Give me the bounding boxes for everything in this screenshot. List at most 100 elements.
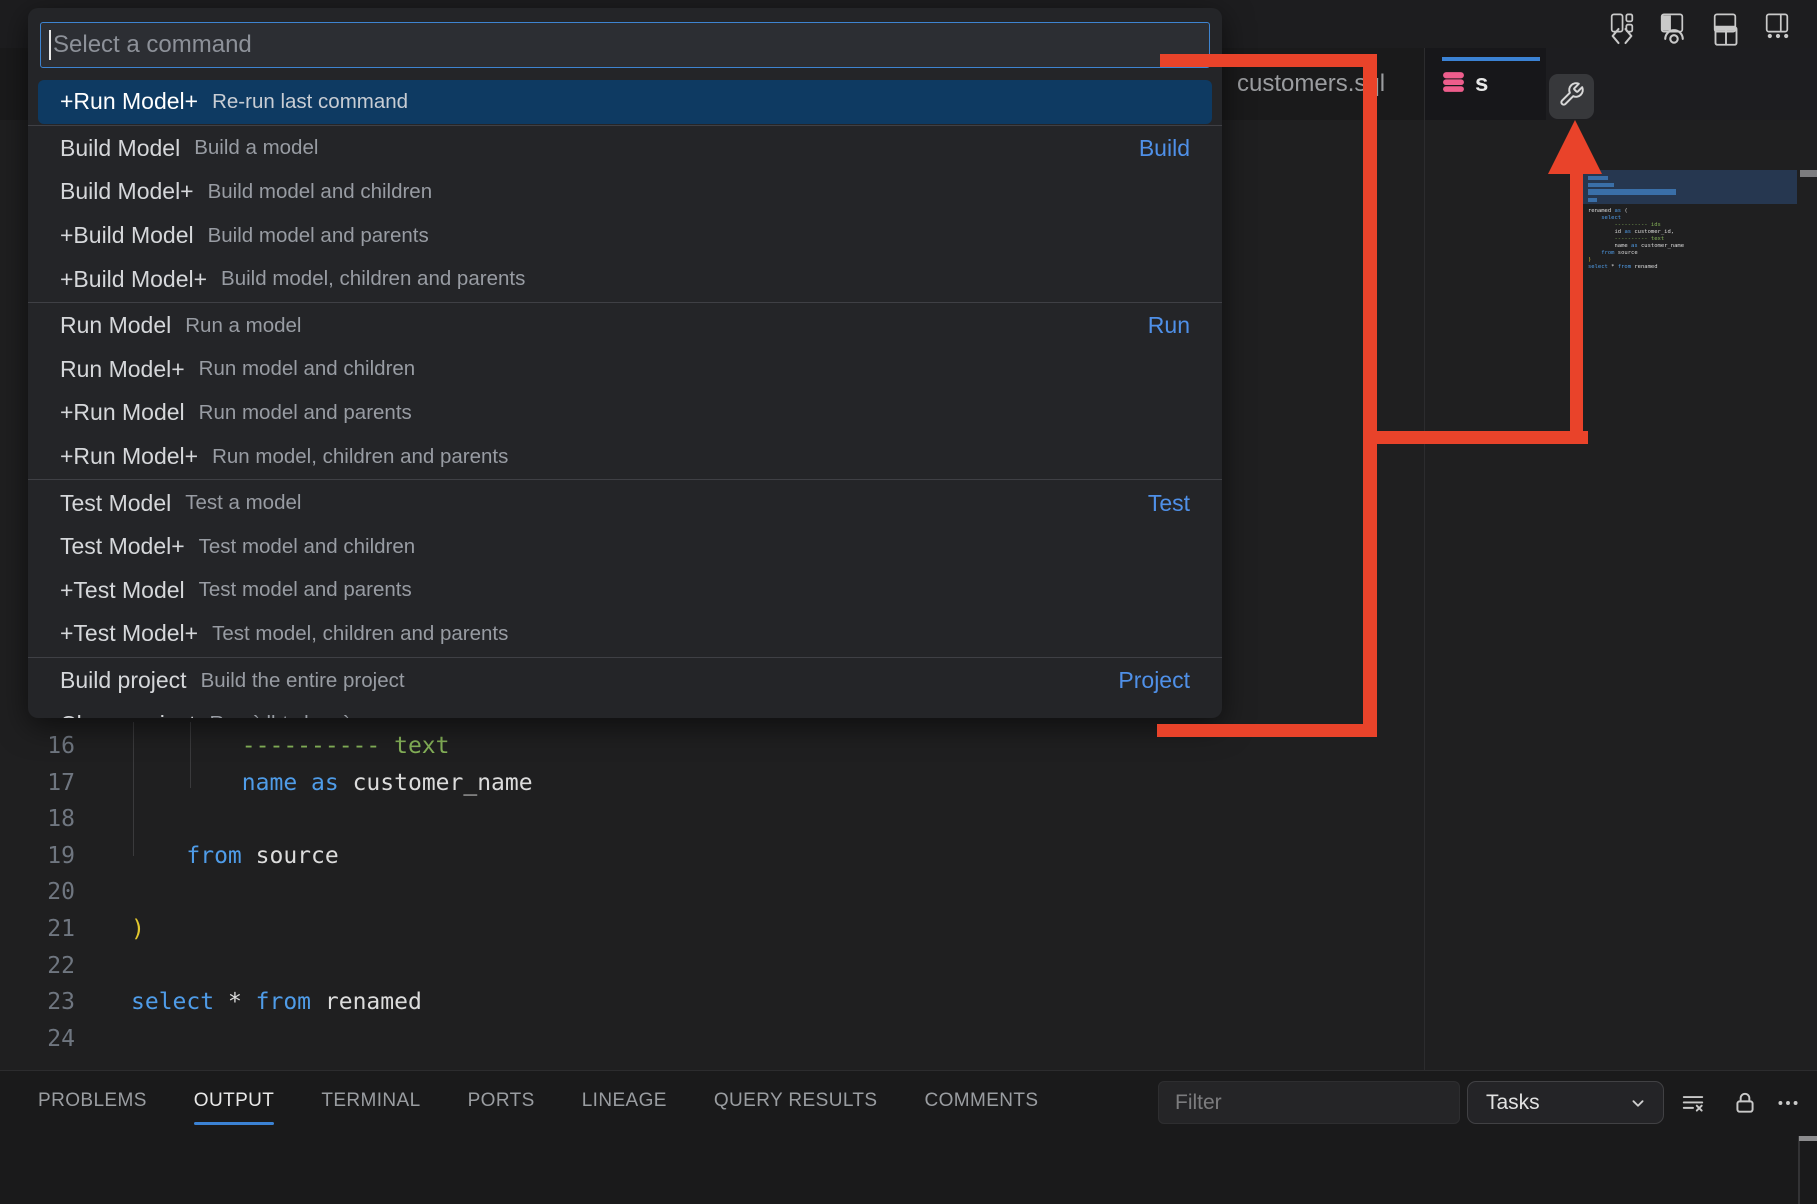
code-line: select * from renamed (131, 984, 533, 1021)
command-label: +Test Model (60, 577, 185, 604)
minimap-token (1588, 215, 1601, 221)
active-tab-indicator (1442, 57, 1540, 61)
command-category-action[interactable]: Build (1139, 135, 1190, 162)
command-item[interactable]: Build ModelBuild a modelBuild (38, 127, 1212, 171)
code-token (131, 843, 186, 869)
minimap[interactable]: renamed as ( select ---------- ids id as… (1583, 168, 1797, 278)
command-label: Run Model+ (60, 356, 185, 383)
command-category-action[interactable]: Run (1148, 312, 1190, 339)
minimap-highlight-bar (1588, 183, 1614, 187)
tasks-dropdown[interactable]: Tasks (1467, 1081, 1664, 1124)
command-item[interactable]: Build Model+Build model and children (38, 170, 1212, 214)
line-number: 24 (0, 1021, 76, 1058)
panel-tab-problems[interactable]: PROBLEMS (38, 1070, 147, 1132)
panel-scrollbar-thumb[interactable] (1799, 1136, 1817, 1141)
command-label: +Build Model+ (60, 266, 207, 293)
panel-tab-comments[interactable]: COMMENTS (924, 1070, 1038, 1132)
command-description: Test a model (185, 491, 301, 515)
command-item[interactable]: +Build Model+ Build model, children and p… (38, 257, 1212, 301)
code-token: source (242, 843, 339, 869)
command-category-action[interactable]: Project (1118, 667, 1190, 694)
minimap-highlight-bar (1588, 176, 1608, 180)
command-description: Build model and parents (208, 224, 429, 248)
minimap-token: select (1601, 215, 1621, 221)
line-number: 19 (0, 838, 76, 875)
command-item[interactable]: +Build ModelBuild model and parents (38, 214, 1212, 258)
query-preview-icon[interactable] (1660, 22, 1688, 50)
command-item[interactable]: Run Model+Run model and children (38, 348, 1212, 392)
code-line (131, 1021, 533, 1058)
minimap-token: id (1588, 229, 1624, 235)
command-item[interactable]: +Test Model+Test model, children and par… (38, 612, 1212, 656)
command-item[interactable]: Test ModelTest a modelTest (38, 481, 1212, 525)
command-description: Build model, children and parents (221, 267, 525, 291)
minimap-code: renamed as ( select ---------- ids id as… (1588, 208, 1684, 271)
minimap-token: * (1608, 264, 1618, 270)
command-description: Run `dbt clean` (210, 712, 350, 718)
code-line (131, 801, 533, 838)
code-area[interactable]: ---------- text name as customer_name fr… (131, 728, 533, 1057)
command-item[interactable]: +Run Model+Run model, children and paren… (38, 435, 1212, 479)
command-item[interactable]: +Run ModelRun model and parents (38, 391, 1212, 435)
minimap-line: ---------- text (1588, 236, 1684, 243)
filter-input[interactable]: Filter (1158, 1081, 1460, 1124)
minimap-token: as (1631, 243, 1638, 249)
command-item[interactable]: Clean projectRun `dbt clean` (38, 702, 1212, 718)
compiled-code-icon[interactable] (1608, 22, 1636, 50)
panel-more-actions-icon[interactable] (1775, 1090, 1801, 1116)
chevron-down-icon (1627, 1092, 1649, 1114)
command-item[interactable]: Build projectBuild the entire projectPro… (38, 659, 1212, 703)
minimap-token: source (1615, 250, 1638, 256)
minimap-viewport[interactable] (1583, 170, 1797, 204)
command-item[interactable]: +Run Model+Re-run last command (38, 80, 1212, 124)
command-label: +Run Model+ (60, 88, 198, 115)
code-token (297, 770, 311, 796)
minimap-line: ) (1588, 257, 1684, 264)
command-label: +Run Model (60, 399, 185, 426)
command-label: Test Model+ (60, 533, 185, 560)
group-separator (28, 657, 1222, 658)
minimap-token: select (1588, 264, 1608, 270)
command-item[interactable]: +Test Model Test model and parents (38, 569, 1212, 613)
code-token: renamed (311, 989, 422, 1015)
minimap-line: from source (1588, 250, 1684, 257)
minimap-token (1588, 250, 1601, 256)
group-separator (28, 125, 1222, 126)
minimap-token (1588, 222, 1615, 228)
dbt-build-actions-button[interactable] (1549, 74, 1594, 119)
panel-tab-terminal[interactable]: TERMINAL (321, 1070, 420, 1132)
tab-customers-sql[interactable]: customers.sql (1225, 48, 1424, 120)
minimap-token: ---------- text (1615, 236, 1665, 242)
minimap-token: customer_name (1638, 243, 1684, 249)
command-category-action[interactable]: Test (1148, 490, 1190, 517)
clear-output-icon[interactable] (1680, 1090, 1706, 1116)
tab-label-clipped: s (1475, 70, 1488, 98)
line-number: 17 (0, 765, 76, 802)
split-editor-icon[interactable] (1712, 22, 1740, 50)
minimap-line: name as customer_name (1588, 243, 1684, 250)
panel-tab-ports[interactable]: PORTS (468, 1070, 535, 1132)
command-input[interactable]: Select a command (40, 22, 1210, 68)
panel-tab-output[interactable]: OUTPUT (194, 1070, 275, 1132)
indent-guide (133, 722, 134, 856)
command-item[interactable]: Test Model+Test model and children (38, 525, 1212, 569)
more-actions-icon[interactable] (1764, 22, 1792, 50)
line-number: 18 (0, 801, 76, 838)
panel-scrollbar-track (1798, 1136, 1800, 1204)
code-token: from (256, 989, 311, 1015)
panel-tab-query-results[interactable]: QUERY RESULTS (714, 1070, 878, 1132)
lock-icon[interactable] (1732, 1090, 1758, 1116)
line-number: 21 (0, 911, 76, 948)
panel-tab-lineage[interactable]: LINEAGE (582, 1070, 667, 1132)
command-label: Build Model+ (60, 178, 194, 205)
command-description: Build the entire project (201, 669, 405, 693)
minimap-token: ) (1588, 257, 1591, 263)
code-line (131, 874, 533, 911)
command-description: Run model, children and parents (212, 445, 508, 469)
minimap-token (1588, 236, 1615, 242)
editor-scrollbar-thumb[interactable] (1800, 170, 1817, 177)
text-caret (49, 30, 51, 60)
command-item[interactable]: Run ModelRun a modelRun (38, 304, 1212, 348)
minimap-line: ---------- ids (1588, 222, 1684, 229)
command-description: Test model and parents (199, 578, 412, 602)
